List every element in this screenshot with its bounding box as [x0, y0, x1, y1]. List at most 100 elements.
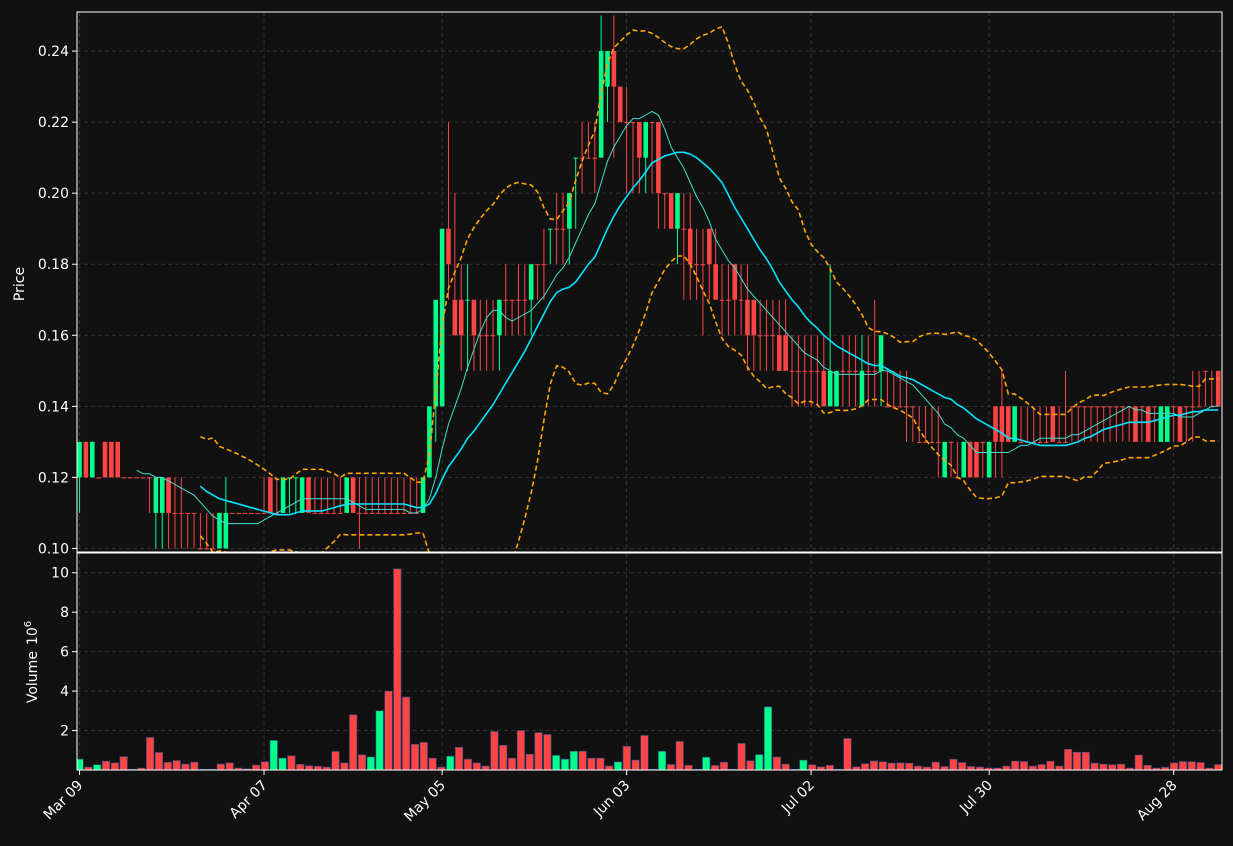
volume-bar — [146, 737, 155, 770]
volume-ytick-label: 2 — [60, 724, 69, 740]
candle-body — [1190, 406, 1196, 408]
candle-body — [668, 193, 674, 229]
volume-bar — [887, 762, 896, 770]
volume-bar — [154, 752, 164, 770]
candle-body — [1107, 406, 1113, 408]
candle-body — [796, 370, 801, 372]
candle-body — [547, 228, 553, 230]
candle-body — [306, 477, 311, 513]
candle-body — [236, 512, 241, 514]
candle-body — [916, 441, 922, 443]
candle-body — [96, 477, 101, 479]
candle-body — [331, 512, 337, 514]
candle-body — [1165, 406, 1170, 442]
candle-body — [503, 299, 509, 301]
candle-body — [757, 335, 763, 337]
volume-bar — [410, 744, 420, 770]
candle-body — [1114, 406, 1119, 408]
candle-body — [605, 51, 610, 87]
volume-bar — [393, 568, 402, 770]
candle-body — [535, 264, 540, 266]
candle-body — [312, 512, 318, 514]
candle-body — [388, 512, 394, 514]
candle-body — [738, 299, 744, 301]
volume-bar — [525, 753, 534, 770]
volume-bar — [287, 755, 296, 770]
candle-body — [471, 299, 477, 336]
candle-body — [808, 370, 814, 372]
candle-body — [1215, 370, 1221, 407]
volume-bar — [878, 761, 887, 770]
volume-bar — [225, 762, 234, 770]
volume-axis-label-text: Volume — [25, 651, 41, 703]
volume-bar — [869, 760, 878, 770]
candle-body — [299, 477, 305, 513]
volume-bar — [640, 735, 649, 770]
candle-body — [586, 157, 591, 159]
volume-bar — [958, 762, 967, 770]
volume-bar — [808, 764, 817, 770]
candle-body — [77, 441, 82, 478]
volume-bar — [1037, 764, 1046, 770]
volume-bar — [1108, 764, 1117, 770]
volume-bar — [419, 742, 428, 770]
candle-body — [1056, 441, 1062, 443]
candle-body — [751, 299, 757, 336]
volume-bar — [1143, 764, 1152, 770]
candle-body — [821, 370, 827, 407]
price-ytick-label: 0.18 — [38, 257, 69, 273]
volume-bar — [746, 760, 755, 770]
candle-body — [872, 370, 877, 372]
volume-bar — [446, 755, 455, 770]
candle-body — [573, 157, 579, 159]
candle-body — [1133, 406, 1138, 442]
candle-body — [1037, 441, 1043, 443]
candle-body — [242, 512, 248, 514]
volume-bar — [781, 763, 790, 770]
volume-bar — [596, 757, 605, 770]
volume-bar — [914, 765, 923, 770]
candle-body — [217, 512, 222, 549]
candle-body — [1044, 441, 1049, 443]
volume-bar — [763, 706, 773, 770]
candle-body — [185, 512, 190, 514]
volume-bar — [357, 754, 367, 770]
candle-body — [707, 228, 712, 265]
candle-body — [974, 441, 979, 478]
candle-body — [649, 122, 655, 124]
candle-body — [1171, 406, 1176, 408]
volume-bar — [711, 765, 720, 770]
candle-body — [662, 193, 668, 195]
chart-root: 0.10 0.12 0.14 0.16 0.18 0.20 0.22 0.24 2 4 6 8 10 M… — [0, 0, 1233, 842]
volume-bar — [252, 764, 261, 770]
candle-body — [528, 264, 534, 300]
candle-body — [948, 441, 954, 443]
price-ytick-label: 0.20 — [38, 186, 69, 202]
candle-body — [121, 477, 127, 479]
volume-bar — [1090, 762, 1099, 770]
candle-body — [344, 477, 350, 513]
volume-bar — [455, 747, 464, 770]
candle-body — [293, 477, 299, 479]
candle-body — [1075, 406, 1081, 408]
volume-bar — [569, 750, 578, 770]
volume-bar — [543, 734, 552, 770]
candle-body — [980, 441, 986, 443]
volume-bar — [1178, 761, 1187, 770]
candle-body — [1101, 406, 1106, 408]
volume-bar — [534, 732, 543, 770]
candle-body — [789, 370, 795, 372]
candle-body — [815, 370, 820, 372]
candle-body — [681, 228, 687, 230]
volume-bar — [366, 756, 375, 770]
price-ytick-label: 0.14 — [38, 399, 69, 415]
candle-body — [458, 299, 464, 336]
candle-body — [1082, 406, 1087, 408]
candle-body — [846, 370, 852, 372]
volume-bar — [896, 762, 905, 770]
candle-body — [630, 122, 636, 124]
candle-body — [611, 51, 617, 87]
candle-body — [541, 264, 547, 266]
candle-body — [675, 193, 680, 229]
volume-bar — [755, 754, 764, 770]
